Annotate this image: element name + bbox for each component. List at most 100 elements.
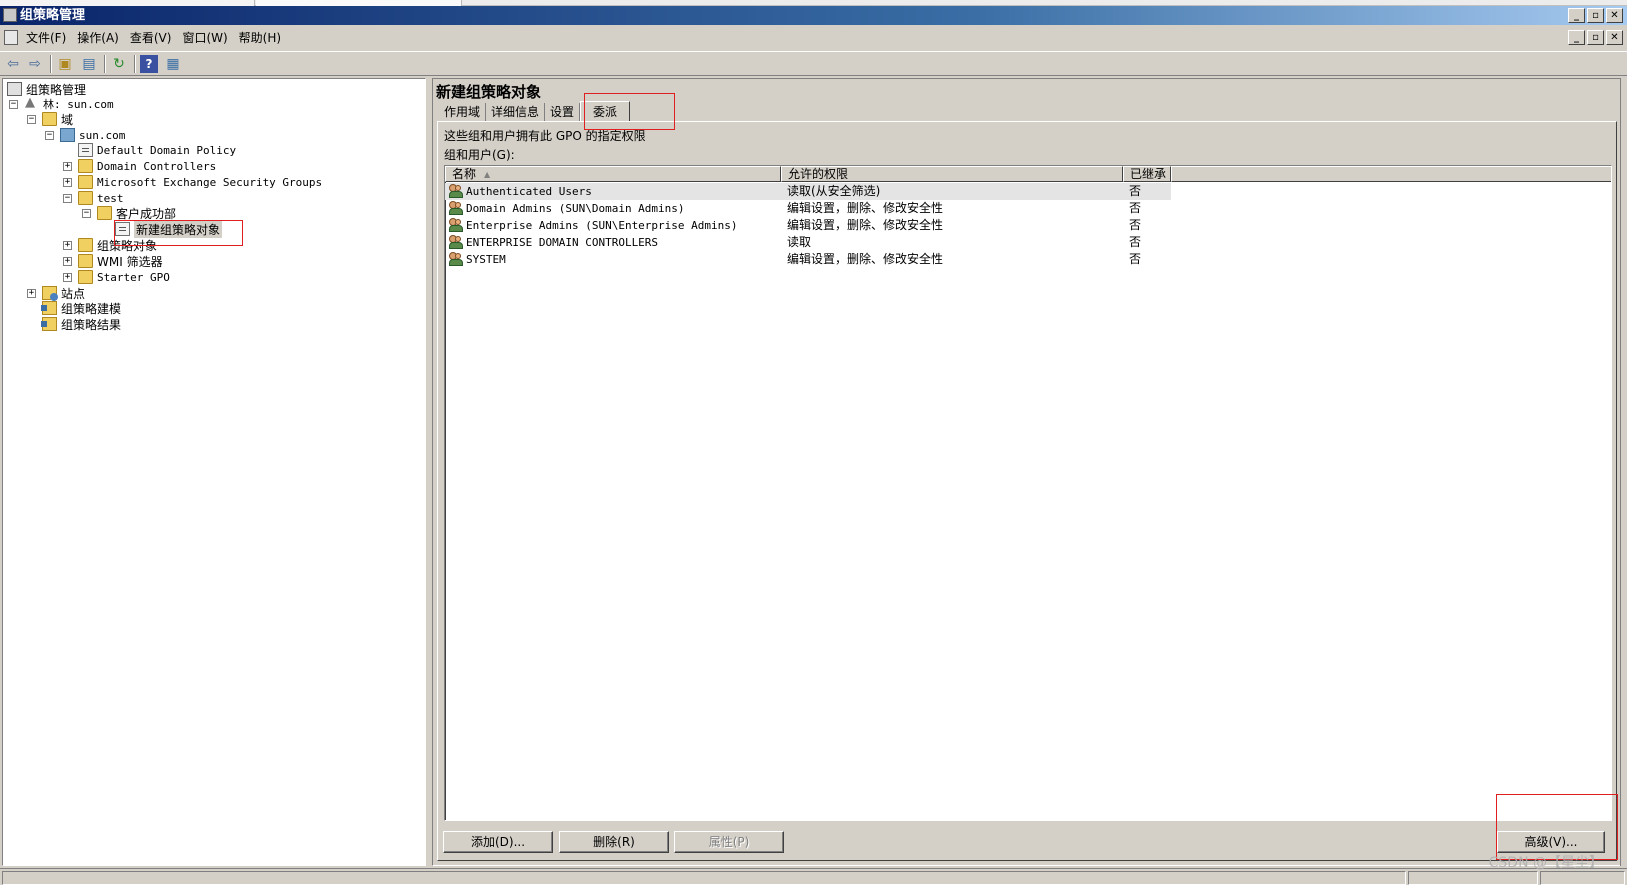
table-row[interactable]: Enterprise Admins (SUN\Enterprise Admins… [445,217,1171,234]
back-icon[interactable]: ⇦ [4,55,22,73]
table-row[interactable]: SYSTEM 编辑设置，删除、修改安全性 否 [445,251,1171,268]
tree-item-customer-success[interactable]: − 客户成功部 [82,205,176,221]
tree-item-modeling[interactable]: 组策略建模 [27,300,121,316]
results-icon [41,317,57,331]
doc-restore-button[interactable]: ▫ [1587,30,1604,45]
tree-item-exchange-groups[interactable]: + Microsoft Exchange Security Groups [63,174,322,190]
collapse-icon[interactable]: − [45,130,54,140]
column-header-permissions[interactable]: 允许的权限 [781,166,1123,182]
gpo-link-icon [78,143,93,157]
menu-action[interactable]: 操作(A) [75,30,128,46]
toolbar-separator [134,55,136,73]
remove-button[interactable]: 删除(R) [559,831,669,853]
expand-icon[interactable]: + [63,177,72,187]
restore-button[interactable]: ▫ [1587,8,1604,23]
column-header-inherited[interactable]: 已继承 [1123,166,1171,182]
status-panel [1408,871,1538,885]
window-edge [1620,78,1627,866]
tab-settings[interactable]: 设置 [545,103,581,121]
starter-gpo-folder-icon [78,270,93,284]
ou-folder-icon [78,175,93,189]
window-titlebar: 组策略管理 _ ▫ ✕ [0,6,1627,25]
page-title: 新建组策略对象 [436,83,542,101]
tab-scope[interactable]: 作用域 [439,103,487,121]
refresh-icon[interactable]: ↻ [110,55,128,73]
tree-item-test[interactable]: − test [63,190,124,206]
show-hide-tree-icon[interactable]: ▤ [80,55,98,73]
minimize-button[interactable]: _ [1568,8,1585,23]
expand-icon[interactable]: + [63,161,72,171]
expand-icon[interactable]: + [63,256,72,266]
collapse-icon[interactable]: − [9,99,18,109]
domains-folder-icon [42,112,57,126]
ou-folder-icon [78,191,93,205]
user-group-icon [449,201,463,215]
menu-file[interactable]: 文件(F) [24,30,75,46]
collapse-icon[interactable]: − [82,208,91,218]
collapse-icon[interactable]: − [27,114,36,124]
groups-users-list[interactable]: 名称 ▲ 允许的权限 已继承 Authenticated Users 读取(从安… [444,165,1612,821]
watermark-text: CSDN @【星尘】 [1488,855,1603,871]
menu-view[interactable]: 查看(V) [128,30,181,46]
user-group-icon [449,184,463,198]
window-controls: _ ▫ ✕ [1568,8,1623,23]
forward-icon[interactable]: ⇨ [26,55,44,73]
groups-users-label: 组和用户(G): [444,148,515,162]
user-group-icon [449,218,463,232]
toolbar: ⇦ ⇨ ▣ ▤ ↻ ? ▦ [0,51,1627,76]
toolbar-separator [104,55,106,73]
gpo-folder-icon [78,238,93,252]
up-folder-icon[interactable]: ▣ [56,55,74,73]
document-icon[interactable] [4,30,18,45]
tree-item-starter-gpo[interactable]: + Starter GPO [63,269,170,285]
window-title: 组策略管理 [20,8,86,23]
properties-button[interactable]: 属性(P) [674,831,784,853]
console-tree: 组策略管理 − 林: sun.com − 域 − sun.com Default… [2,78,426,866]
doc-close-button[interactable]: ✕ [1606,30,1623,45]
annotation-box-delegation-tab [584,93,675,130]
annotation-box-advanced [1496,794,1618,860]
tree-item-root[interactable]: 组策略管理 [7,81,86,97]
details-pane: 新建组策略对象 作用域 详细信息 设置 委派 这些组和用户拥有此 GPO 的指定… [432,78,1622,866]
column-header-name[interactable]: 名称 ▲ [445,166,781,182]
tree-item-domain[interactable]: − sun.com [45,127,125,143]
close-button[interactable]: ✕ [1606,8,1623,23]
tree-item-domains[interactable]: − 域 [27,111,73,127]
expand-icon[interactable]: + [63,272,72,282]
expand-icon[interactable]: + [63,240,72,250]
expand-icon[interactable]: + [27,288,36,298]
table-row[interactable]: Authenticated Users 读取(从安全筛选) 否 [445,183,1171,200]
tree-item-domain-controllers[interactable]: + Domain Controllers [63,158,216,174]
table-row[interactable]: ENTERPRISE DOMAIN CONTROLLERS 读取 否 [445,234,1171,251]
gpmc-app-icon [3,8,17,22]
ou-folder-icon [97,206,112,220]
column-header-empty [1171,166,1611,182]
wmi-filter-folder-icon [78,254,93,268]
document-window-controls: _ ▫ ✕ [1568,30,1623,45]
tree-item-default-domain-policy[interactable]: Default Domain Policy [63,142,236,158]
status-panel [2,871,1406,885]
status-bar [0,868,1627,885]
collapse-icon[interactable]: − [63,193,72,203]
forest-icon [24,95,39,111]
modeling-icon [41,301,57,315]
help-icon[interactable]: ? [140,55,158,73]
sort-ascending-icon: ▲ [484,170,491,179]
domain-icon [60,128,75,142]
tree-item-wmi-filters[interactable]: + WMI 筛选器 [63,253,163,269]
menu-help[interactable]: 帮助(H) [237,30,290,46]
user-group-icon [449,252,463,266]
table-row[interactable]: Domain Admins (SUN\Domain Admins) 编辑设置，删… [445,200,1171,217]
sites-icon [42,286,58,301]
user-group-icon [449,235,463,249]
add-button[interactable]: 添加(D)... [443,831,553,853]
toolbar-separator [50,55,52,73]
tab-details[interactable]: 详细信息 [486,103,546,121]
tree-item-results[interactable]: 组策略结果 [27,316,121,332]
menu-window[interactable]: 窗口(W) [180,30,236,46]
ou-folder-icon [78,159,93,173]
doc-minimize-button[interactable]: _ [1568,30,1585,45]
properties-icon[interactable]: ▦ [164,55,182,73]
status-panel [1540,871,1625,885]
annotation-box-new-gpo [114,220,243,246]
